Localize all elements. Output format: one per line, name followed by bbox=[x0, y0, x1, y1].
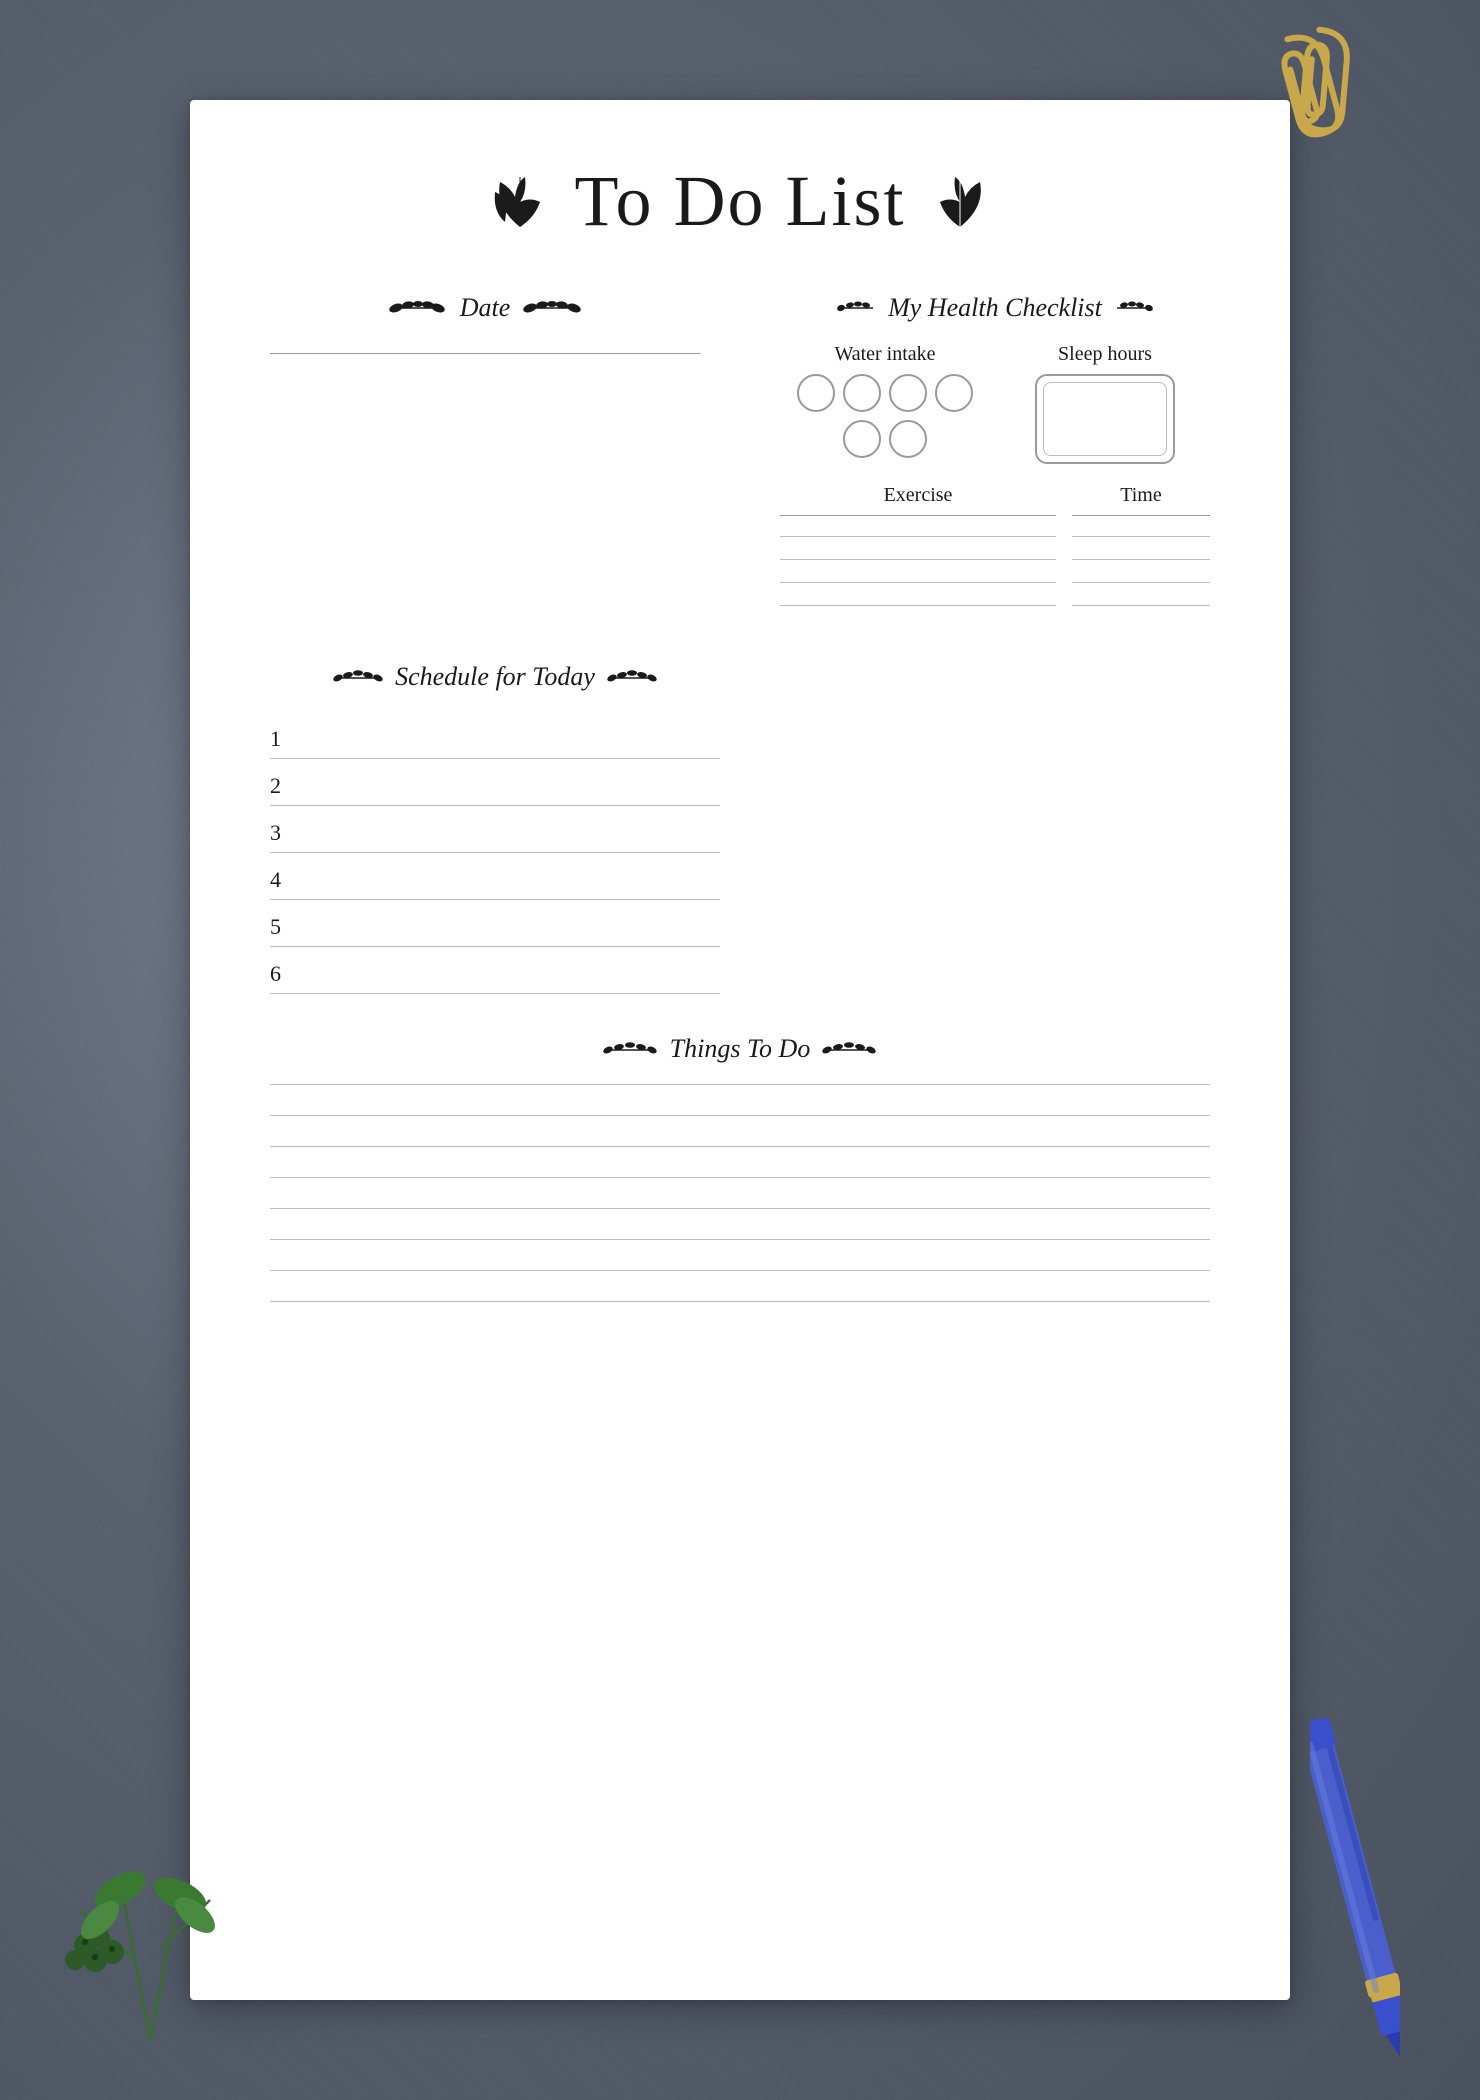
schedule-num-5: 5 bbox=[270, 914, 290, 940]
date-column: Date bbox=[270, 293, 720, 612]
health-right-leaves bbox=[1114, 297, 1154, 319]
ruled-line-1 bbox=[270, 1084, 1210, 1085]
exercise-header-line-2 bbox=[1072, 515, 1210, 516]
time-label: Time bbox=[1072, 484, 1210, 507]
schedule-left-leaves bbox=[333, 666, 383, 688]
health-row-labels: Water intake Sleep hours bbox=[780, 343, 1210, 366]
things-left-leaves bbox=[603, 1038, 658, 1060]
health-circles-row bbox=[780, 374, 1210, 464]
exercise-row-1 bbox=[780, 520, 1210, 543]
schedule-right-spacer bbox=[760, 652, 1210, 994]
top-section: Date bbox=[270, 293, 1210, 612]
things-header: Things To Do bbox=[270, 1034, 1210, 1064]
ruled-lines bbox=[270, 1084, 1210, 1302]
water-circle-6[interactable] bbox=[889, 420, 927, 458]
left-leaf-icon bbox=[485, 167, 555, 237]
schedule-list: 1 2 3 4 5 6 bbox=[270, 712, 720, 994]
middle-section: Schedule for Today 1 bbox=[270, 652, 1210, 994]
schedule-title: Schedule for Today bbox=[395, 662, 595, 692]
schedule-num-3: 3 bbox=[270, 820, 290, 846]
ruled-line-7 bbox=[270, 1270, 1210, 1271]
ruled-line-3 bbox=[270, 1146, 1210, 1147]
water-circle-4[interactable] bbox=[935, 374, 973, 412]
schedule-item-2: 2 bbox=[270, 759, 720, 806]
date-line bbox=[270, 353, 700, 354]
exercise-row-3 bbox=[780, 566, 1210, 589]
exercise-header-line-1 bbox=[780, 515, 1056, 516]
exercise-line-1 bbox=[780, 536, 1056, 537]
sleep-hours-box[interactable] bbox=[1035, 374, 1175, 464]
water-label: Water intake bbox=[780, 343, 990, 366]
date-title: Date bbox=[460, 293, 511, 323]
date-input-area bbox=[270, 353, 700, 354]
time-line-2 bbox=[1072, 559, 1210, 560]
schedule-item-1: 1 bbox=[270, 712, 720, 759]
pen-decoration bbox=[1310, 1670, 1400, 2090]
schedule-num-6: 6 bbox=[270, 961, 290, 987]
health-column: My Health Checklist Water intake Sleep h… bbox=[760, 293, 1210, 612]
exercise-line-2 bbox=[780, 559, 1056, 560]
right-leaf-icon bbox=[925, 167, 995, 237]
exercise-header: Exercise Time bbox=[780, 484, 1210, 507]
health-left-leaves bbox=[836, 297, 876, 319]
things-right-leaves bbox=[822, 1038, 877, 1060]
schedule-num-2: 2 bbox=[270, 773, 290, 799]
exercise-line-4 bbox=[780, 605, 1056, 606]
schedule-section: Schedule for Today 1 bbox=[270, 662, 720, 994]
things-section: Things To Do bbox=[270, 1034, 1210, 1302]
ruled-line-8 bbox=[270, 1301, 1210, 1302]
exercise-line-3 bbox=[780, 582, 1056, 583]
schedule-right-leaves bbox=[607, 666, 657, 688]
time-line-4 bbox=[1072, 605, 1210, 606]
date-header: Date bbox=[270, 293, 700, 323]
page-title-section: To Do List bbox=[270, 160, 1210, 243]
schedule-item-3: 3 bbox=[270, 806, 720, 853]
main-title: To Do List bbox=[575, 160, 906, 243]
schedule-num-1: 1 bbox=[270, 726, 290, 752]
schedule-item-4: 4 bbox=[270, 853, 720, 900]
water-circle-1[interactable] bbox=[797, 374, 835, 412]
ruled-line-6 bbox=[270, 1239, 1210, 1240]
water-circle-2[interactable] bbox=[843, 374, 881, 412]
ruled-line-4 bbox=[270, 1177, 1210, 1178]
water-circles bbox=[780, 374, 990, 458]
ruled-line-2 bbox=[270, 1115, 1210, 1116]
schedule-item-6: 6 bbox=[270, 947, 720, 994]
plant-decoration bbox=[40, 1760, 260, 2060]
paperclip-decoration bbox=[1240, 25, 1380, 145]
ruled-line-5 bbox=[270, 1208, 1210, 1209]
water-circle-5[interactable] bbox=[843, 420, 881, 458]
date-right-leaves bbox=[522, 297, 582, 319]
time-line-3 bbox=[1072, 582, 1210, 583]
exercise-section: Exercise Time bbox=[780, 484, 1210, 612]
schedule-num-4: 4 bbox=[270, 867, 290, 893]
schedule-item-5: 5 bbox=[270, 900, 720, 947]
exercise-row-2 bbox=[780, 543, 1210, 566]
time-line-1 bbox=[1072, 536, 1210, 537]
exercise-header-lines bbox=[780, 511, 1210, 516]
health-header: My Health Checklist bbox=[780, 293, 1210, 323]
paper-document: To Do List bbox=[190, 100, 1290, 2000]
date-left-leaves bbox=[388, 297, 448, 319]
water-circle-3[interactable] bbox=[889, 374, 927, 412]
sleep-label: Sleep hours bbox=[1000, 343, 1210, 366]
health-title: My Health Checklist bbox=[888, 293, 1102, 323]
exercise-row-4 bbox=[780, 589, 1210, 612]
schedule-header: Schedule for Today bbox=[270, 662, 720, 692]
things-title: Things To Do bbox=[670, 1034, 811, 1064]
exercise-label: Exercise bbox=[780, 484, 1056, 507]
exercise-rows bbox=[780, 520, 1210, 612]
